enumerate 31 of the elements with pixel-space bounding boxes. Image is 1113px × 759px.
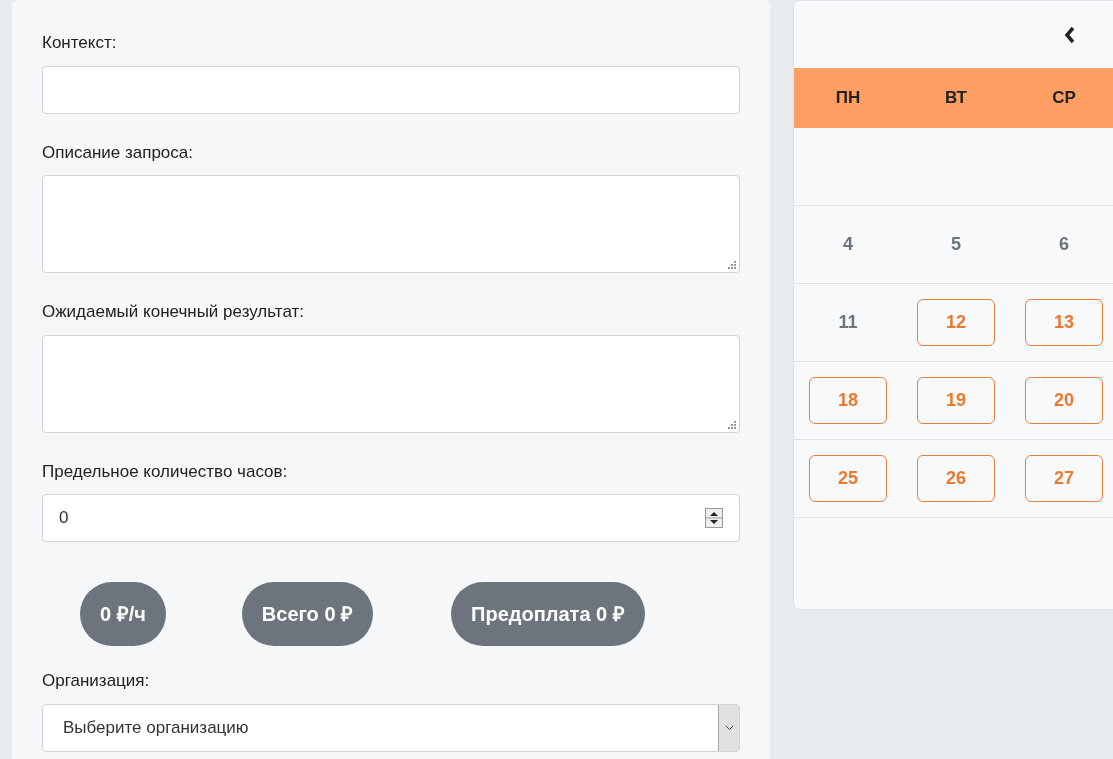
field-label: Контекст: (42, 32, 118, 54)
price-badge: Всего 0 ₽ (241, 582, 374, 646)
calendar-day: 4 (809, 221, 887, 268)
field-label: Описание запроса: (42, 141, 194, 164)
resize-grip-icon[interactable] (726, 259, 736, 269)
weekday-label: СР (1052, 87, 1076, 110)
available-day[interactable]: 27 (1025, 455, 1103, 502)
number-input[interactable]: 0 (42, 494, 740, 542)
resize-grip-icon[interactable] (726, 418, 736, 429)
weekday-label: ПН (835, 87, 861, 110)
weekday-label: ВТ (945, 87, 967, 110)
field-label: Предельное количество часов: (42, 460, 289, 483)
calendar-day: 6 (1025, 221, 1103, 268)
available-day[interactable]: 19 (917, 377, 995, 424)
price-badge: 0 ₽/ч (80, 582, 166, 646)
calendar-day: 5 (917, 221, 995, 268)
field-label: Организация: (42, 670, 151, 692)
organization-select[interactable]: Выберите организацию (42, 703, 740, 752)
available-day[interactable]: 18 (809, 377, 887, 424)
available-day[interactable]: 20 (1025, 377, 1103, 424)
chevron-down-icon (724, 724, 734, 731)
calendar-day: 11 (809, 299, 887, 346)
dropdown-button[interactable] (718, 704, 739, 751)
chevron-left-icon (1064, 25, 1076, 44)
field-label: Ожидаемый конечный результат: (42, 301, 305, 323)
available-day[interactable]: 12 (917, 299, 995, 346)
spinner-icon[interactable] (705, 508, 723, 528)
available-day[interactable]: 26 (917, 455, 995, 502)
available-day[interactable]: 25 (809, 455, 887, 502)
price-badge: Предоплата 0 ₽ (451, 582, 645, 646)
available-day[interactable]: 13 (1025, 299, 1103, 346)
